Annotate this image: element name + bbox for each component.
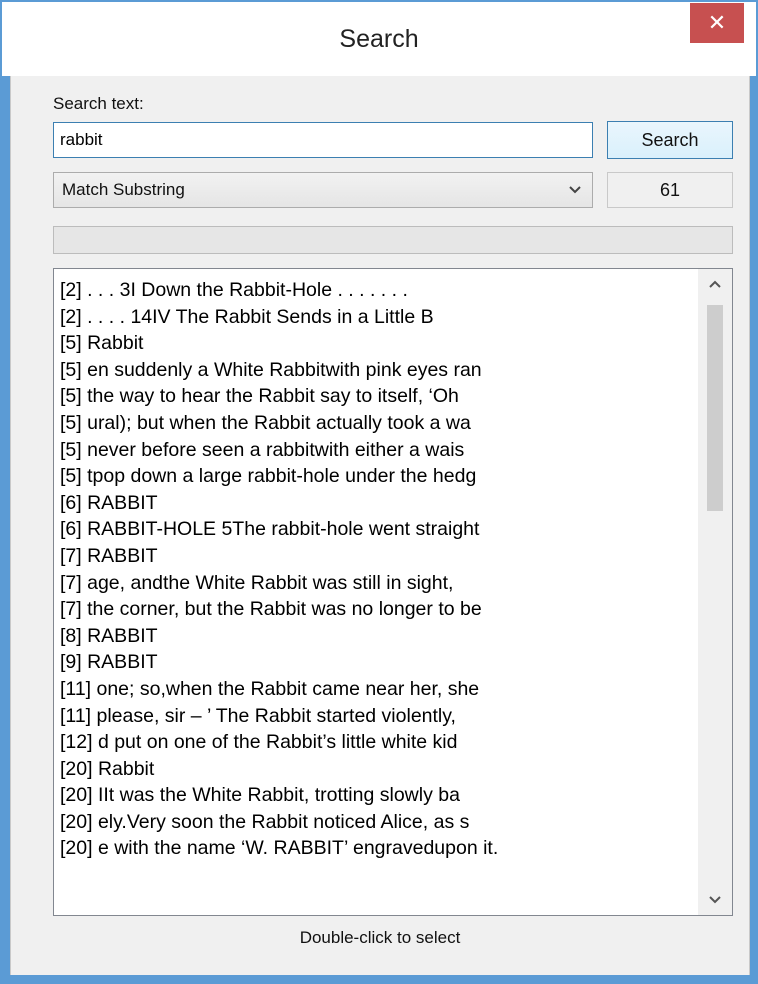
window-title: Search (339, 25, 419, 53)
result-item[interactable]: [5] ural); but when the Rabbit actually … (60, 410, 690, 437)
scroll-down-button[interactable] (698, 885, 732, 915)
result-item[interactable]: [5] never before seen a rabbitwith eithe… (60, 437, 690, 464)
result-item[interactable]: [11] please, sir – ’ The Rabbit started … (60, 703, 690, 730)
result-item[interactable]: [7] RABBIT (60, 543, 690, 570)
chevron-down-icon (568, 173, 582, 207)
result-item[interactable]: [20] Rabbit (60, 756, 690, 783)
result-item[interactable]: [2] . . . 3I Down the Rabbit-Hole . . . … (60, 277, 690, 304)
result-item[interactable]: [20] IIt was the White Rabbit, trotting … (60, 782, 690, 809)
result-item[interactable]: [7] age, andthe White Rabbit was still i… (60, 570, 690, 597)
double-click-hint: Double-click to select (299, 928, 461, 947)
result-item[interactable]: [6] RABBIT-HOLE 5The rabbit-hole went st… (60, 516, 690, 543)
result-item[interactable]: [20] e with the name ‘W. RABBIT’ engrave… (60, 835, 690, 862)
result-item[interactable]: [2] . . . . 14IV The Rabbit Sends in a L… (60, 304, 690, 331)
search-progress-bar (53, 226, 733, 254)
match-mode-value: Match Substring (62, 180, 185, 199)
results-items: [2] . . . 3I Down the Rabbit-Hole . . . … (60, 277, 690, 862)
search-button[interactable]: Search (607, 121, 733, 159)
result-item[interactable]: [9] RABBIT (60, 649, 690, 676)
result-item[interactable]: [5] en suddenly a White Rabbitwith pink … (60, 357, 690, 384)
vertical-scrollbar[interactable] (698, 269, 732, 915)
result-item[interactable]: [12] d put on one of the Rabbit’s little… (60, 729, 690, 756)
dialog-body: Search text: Search Match Substring 61 [… (10, 76, 750, 975)
search-dialog: Search ✕ Search text: Search Match Subst… (0, 0, 758, 984)
scroll-up-button[interactable] (698, 269, 732, 299)
title-bar[interactable]: Search ✕ (2, 2, 756, 76)
result-count: 61 (607, 172, 733, 208)
match-mode-select[interactable]: Match Substring (53, 172, 593, 208)
result-item[interactable]: [20] ely.Very soon the Rabbit noticed Al… (60, 809, 690, 836)
search-input[interactable] (53, 122, 593, 158)
search-text-label: Search text: (53, 94, 144, 113)
close-button[interactable]: ✕ (690, 3, 744, 43)
close-icon: ✕ (707, 10, 727, 35)
result-item[interactable]: [5] the way to hear the Rabbit say to it… (60, 383, 690, 410)
result-item[interactable]: [11] one; so,when the Rabbit came near h… (60, 676, 690, 703)
result-item[interactable]: [5] Rabbit (60, 330, 690, 357)
result-item[interactable]: [6] RABBIT (60, 490, 690, 517)
results-list[interactable]: [2] . . . 3I Down the Rabbit-Hole . . . … (53, 268, 733, 916)
result-item[interactable]: [8] RABBIT (60, 623, 690, 650)
scroll-thumb[interactable] (707, 305, 723, 511)
result-item[interactable]: [7] the corner, but the Rabbit was no lo… (60, 596, 690, 623)
result-item[interactable]: [5] tpop down a large rabbit-hole under … (60, 463, 690, 490)
